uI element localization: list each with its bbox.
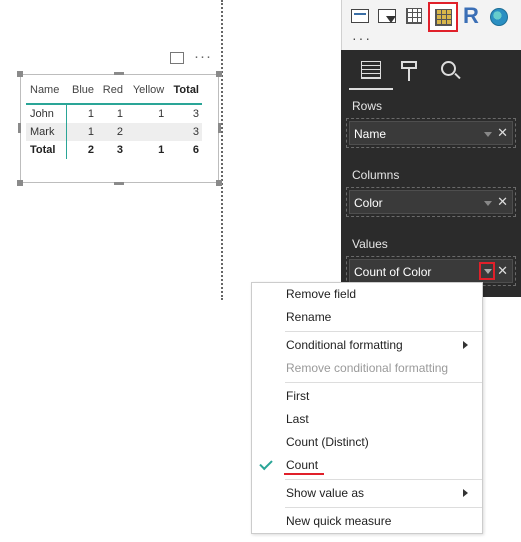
menu-item-last[interactable]: Last xyxy=(286,412,309,426)
submenu-arrow-icon xyxy=(463,341,468,349)
table-cell xyxy=(125,123,168,141)
column-header[interactable]: Blue xyxy=(66,82,97,104)
resize-handle[interactable] xyxy=(218,123,221,133)
table-cell: 6 xyxy=(192,144,199,156)
resize-handle[interactable] xyxy=(216,71,222,77)
matrix-table: Name Blue Red Yellow Total John 1 1 1 3 … xyxy=(26,82,202,159)
columns-well[interactable]: Color ✕ xyxy=(346,187,516,217)
rows-field-pill[interactable]: Name ✕ xyxy=(349,121,513,145)
column-header[interactable]: Name xyxy=(26,82,66,104)
rows-label: Rows xyxy=(352,99,383,113)
menu-separator xyxy=(285,382,482,383)
table-cell: 2 xyxy=(97,123,126,141)
table-cell: 3 xyxy=(192,108,199,120)
resize-handle[interactable] xyxy=(17,71,23,77)
table-cell: 1 xyxy=(158,144,165,156)
fields-icon xyxy=(361,61,381,79)
matrix-header-row: Name Blue Red Yellow Total xyxy=(26,82,202,104)
close-icon[interactable]: ✕ xyxy=(497,125,508,141)
resize-handle[interactable] xyxy=(17,180,23,186)
field-context-menu: Remove field Rename Conditional formatti… xyxy=(251,282,483,534)
table-cell: 1 xyxy=(66,123,98,141)
slicer-icon[interactable] xyxy=(378,9,396,23)
menu-item-conditional-formatting[interactable]: Conditional formatting xyxy=(286,338,403,352)
menu-item-first[interactable]: First xyxy=(286,389,309,403)
close-icon[interactable]: ✕ xyxy=(497,263,508,279)
menu-separator xyxy=(285,331,482,332)
column-header[interactable]: Total xyxy=(167,82,202,104)
columns-field-name: Color xyxy=(354,196,383,210)
menu-item-new-quick-measure[interactable]: New quick measure xyxy=(286,514,391,528)
more-options-icon[interactable]: ··· xyxy=(194,49,212,64)
row-header: Total xyxy=(26,141,67,159)
values-field-name: Count of Color xyxy=(354,265,432,279)
chevron-down-icon[interactable] xyxy=(484,201,492,206)
r-visual-icon[interactable]: R xyxy=(463,3,479,29)
table-row: John 1 1 1 3 xyxy=(26,104,202,123)
menu-separator xyxy=(285,479,482,480)
table-cell: 2 xyxy=(87,144,95,156)
canvas-boundary xyxy=(221,0,223,300)
row-header[interactable]: Mark xyxy=(26,123,67,141)
resize-handle[interactable] xyxy=(18,123,21,133)
close-icon[interactable]: ✕ xyxy=(497,194,508,210)
rows-well[interactable]: Name ✕ xyxy=(346,118,516,148)
resize-handle[interactable] xyxy=(216,180,222,186)
highlight-underline xyxy=(284,473,324,475)
values-label: Values xyxy=(352,237,388,251)
submenu-arrow-icon xyxy=(463,489,468,497)
pane-tabs xyxy=(341,50,521,90)
menu-item-rename[interactable]: Rename xyxy=(286,310,331,324)
powerbi-screen: ··· Name Blue Red Yellow Total John 1 1 … xyxy=(0,0,521,542)
checkmark-icon xyxy=(259,456,273,471)
table-cell: 1 xyxy=(158,108,165,120)
matrix-icon xyxy=(435,9,452,26)
menu-item-show-value-as[interactable]: Show value as xyxy=(286,486,364,500)
visual-header: ··· xyxy=(170,49,212,64)
more-visuals-icon[interactable]: ··· xyxy=(352,30,372,46)
column-header[interactable]: Red xyxy=(97,82,126,104)
resize-handle[interactable] xyxy=(114,182,124,185)
chevron-down-icon[interactable] xyxy=(479,262,495,280)
table-cell: 3 xyxy=(116,144,123,156)
total-row: Total 2 3 1 6 xyxy=(26,141,202,159)
table-icon[interactable] xyxy=(406,8,422,24)
rows-field-name: Name xyxy=(354,127,387,141)
menu-separator xyxy=(285,507,482,508)
matrix-visual-button[interactable] xyxy=(428,2,458,32)
columns-field-pill[interactable]: Color ✕ xyxy=(349,190,513,214)
menu-item-remove-conditional-formatting: Remove conditional formatting xyxy=(286,361,449,375)
paint-roller-handle xyxy=(408,69,410,81)
columns-label: Columns xyxy=(352,168,400,182)
tab-format[interactable] xyxy=(399,59,423,83)
tab-analytics[interactable] xyxy=(439,59,463,83)
table-cell: 1 xyxy=(87,108,95,120)
column-header[interactable]: Yellow xyxy=(126,82,167,104)
visualizations-gallery: R ··· xyxy=(341,0,521,50)
menu-item-count-distinct[interactable]: Count (Distinct) xyxy=(286,435,369,449)
menu-item-count[interactable]: Count xyxy=(286,458,318,472)
analytics-handle xyxy=(454,72,461,80)
line-chart-icon[interactable] xyxy=(351,9,369,23)
values-field-pill[interactable]: Count of Color ✕ xyxy=(349,259,513,283)
chevron-down-icon[interactable] xyxy=(484,132,492,137)
matrix-visual[interactable]: Name Blue Red Yellow Total John 1 1 1 3 … xyxy=(17,71,222,186)
resize-handle[interactable] xyxy=(114,72,124,75)
menu-item-remove-field[interactable]: Remove field xyxy=(286,287,356,301)
tab-fields[interactable] xyxy=(359,59,383,83)
paint-roller-icon xyxy=(401,61,417,69)
table-cell: 1 xyxy=(116,108,123,120)
table-row: Mark 1 2 3 xyxy=(26,123,202,141)
focus-mode-icon[interactable] xyxy=(170,52,184,64)
globe-map-icon[interactable] xyxy=(490,8,508,26)
row-header[interactable]: John xyxy=(26,104,67,123)
active-tab-indicator xyxy=(349,88,393,90)
table-cell: 3 xyxy=(167,123,202,141)
